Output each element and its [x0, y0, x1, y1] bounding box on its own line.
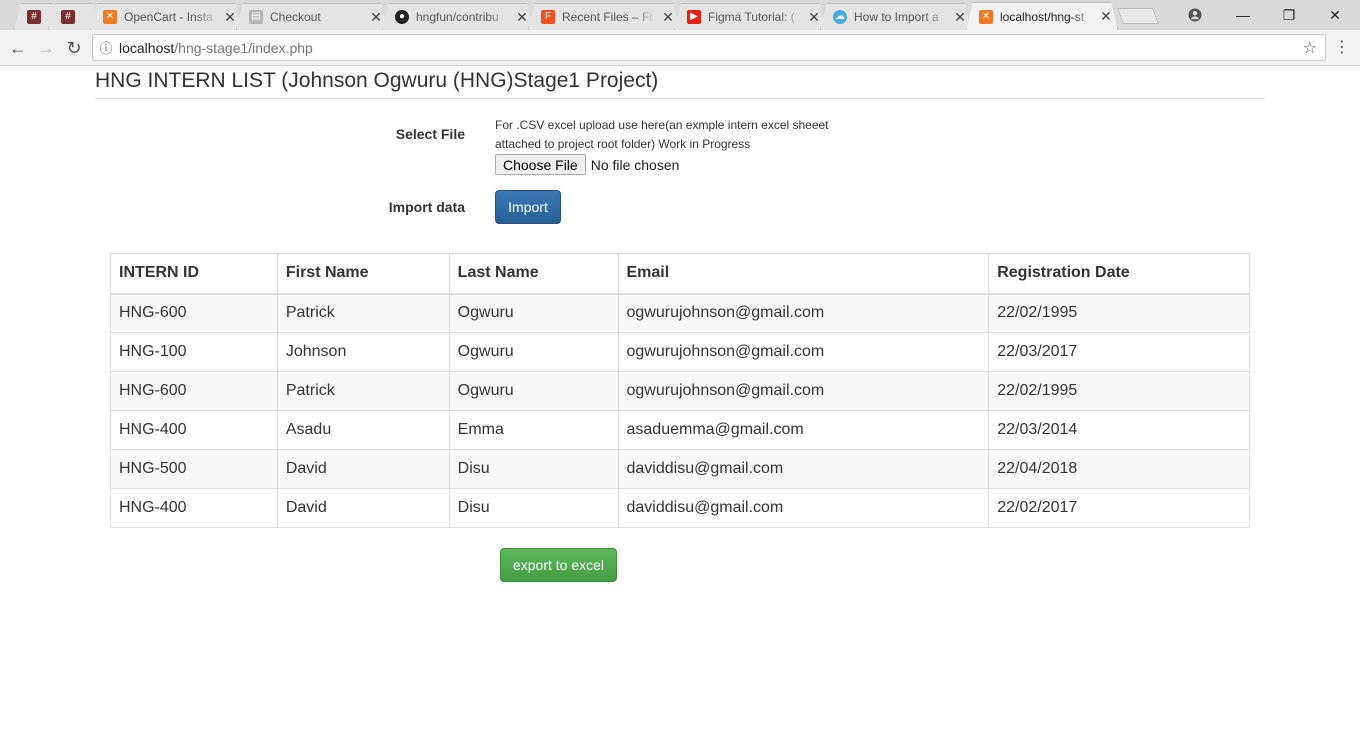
- column-header-last-name: Last Name: [448, 253, 619, 295]
- cell-last-name: Disu: [448, 449, 619, 489]
- upload-help-text: For .CSV excel upload use here(an exmple…: [495, 118, 829, 151]
- close-tab-icon[interactable]: ✕: [219, 9, 241, 26]
- site-info-icon[interactable]: ⓘ: [93, 38, 119, 57]
- close-window-icon[interactable]: ✕: [1312, 0, 1358, 30]
- close-tab-icon[interactable]: ✕: [949, 9, 971, 26]
- url-host: localhost: [119, 39, 175, 56]
- cell-registration-date: 22/03/2014: [988, 410, 1250, 450]
- close-tab-icon[interactable]: ✕: [803, 9, 825, 26]
- cell-email: asaduemma@gmail.com: [617, 410, 990, 450]
- column-header-intern-id: INTERN ID: [110, 253, 278, 295]
- cell-intern-id: HNG-100: [110, 332, 278, 372]
- cell-first-name: Asadu: [276, 410, 450, 450]
- table-row: HNG-400 Asadu Emma asaduemma@gmail.com 2…: [110, 410, 1250, 450]
- youtube-icon: ▶: [687, 10, 701, 24]
- cell-registration-date: 22/02/2017: [988, 488, 1250, 528]
- figma-icon: F: [541, 10, 555, 24]
- tab-label: hngfun/contribu: [416, 10, 499, 24]
- import-button[interactable]: Import: [495, 190, 561, 224]
- browser-tab-4[interactable]: ▤ Checkout ✕: [236, 3, 388, 30]
- no-file-text: No file chosen: [590, 156, 680, 173]
- table-row: HNG-100 Johnson Ogwuru ogwurujohnson@gma…: [110, 332, 1250, 372]
- hash-icon: #: [27, 10, 41, 24]
- restore-icon[interactable]: ❐: [1266, 0, 1312, 30]
- cell-first-name: David: [276, 449, 450, 489]
- select-file-label: Select File: [395, 126, 465, 142]
- github-icon: ●: [395, 10, 409, 24]
- cell-email: ogwurujohnson@gmail.com: [617, 371, 990, 411]
- bookmark-star-icon[interactable]: ☆: [1303, 38, 1317, 58]
- table-row: HNG-600 Patrick Ogwuru ogwurujohnson@gma…: [110, 293, 1250, 333]
- cell-first-name: Patrick: [276, 371, 450, 411]
- close-tab-icon[interactable]: ✕: [1095, 8, 1117, 25]
- new-tab-button[interactable]: [1117, 8, 1159, 24]
- browser-tab-3[interactable]: ✕ OpenCart - Insta ✕: [90, 3, 242, 30]
- menu-dots-icon[interactable]: ⋮: [1334, 38, 1350, 58]
- column-header-registration-date: Registration Date: [988, 253, 1250, 295]
- cell-last-name: Emma: [448, 410, 619, 450]
- cell-intern-id: HNG-400: [110, 488, 278, 528]
- cell-email: daviddisu@gmail.com: [617, 488, 990, 528]
- close-tab-icon[interactable]: ✕: [511, 9, 533, 26]
- cell-registration-date: 22/02/1995: [988, 371, 1250, 411]
- cell-last-name: Ogwuru: [448, 332, 619, 372]
- export-to-excel-button[interactable]: export to excel: [500, 548, 617, 582]
- import-data-label: Import data: [388, 199, 465, 215]
- table-row: HNG-500 David Disu daviddisu@gmail.com 2…: [110, 449, 1250, 489]
- browser-tab-6[interactable]: F Recent Files – Fi ✕: [528, 3, 680, 30]
- browser-tab-7[interactable]: ▶ Figma Tutorial: ( ✕: [674, 3, 826, 30]
- xampp-icon: ✕: [979, 10, 993, 24]
- cell-intern-id: HNG-500: [110, 449, 278, 489]
- browser-tab-active[interactable]: ✕ localhost/hng-st ✕: [966, 2, 1118, 30]
- cloud-icon: ☁: [835, 11, 845, 22]
- browser-toolbar: ← → ↻ ⓘ localhost/hng-stage1/index.php ☆…: [0, 30, 1360, 66]
- page-title: HNG INTERN LIST (Johnson Ogwuru (HNG)Sta…: [95, 69, 1265, 99]
- reload-icon[interactable]: ↻: [62, 36, 86, 60]
- tab-label: Checkout: [270, 10, 321, 24]
- forward-arrow-icon[interactable]: →: [34, 36, 58, 60]
- tab-label: OpenCart - Insta: [124, 10, 213, 24]
- back-arrow-icon[interactable]: ←: [6, 36, 30, 60]
- cell-email: daviddisu@gmail.com: [617, 449, 990, 489]
- cell-email: ogwurujohnson@gmail.com: [617, 332, 990, 372]
- cart-icon: ▤: [249, 10, 263, 24]
- column-header-first-name: First Name: [276, 253, 450, 295]
- close-tab-icon[interactable]: ✕: [657, 9, 679, 26]
- hash-icon: #: [61, 10, 75, 24]
- table-header-row: INTERN ID First Name Last Name Email Reg…: [110, 253, 1250, 295]
- cell-first-name: David: [276, 488, 450, 528]
- xampp-icon: ✕: [103, 10, 117, 24]
- cell-registration-date: 22/03/2017: [988, 332, 1250, 372]
- cell-first-name: Johnson: [276, 332, 450, 372]
- intern-table: INTERN ID First Name Last Name Email Reg…: [110, 253, 1250, 528]
- address-bar[interactable]: ⓘ localhost/hng-stage1/index.php ☆: [92, 34, 1326, 61]
- url-path: /hng-stage1/index.php: [174, 39, 313, 56]
- cell-registration-date: 22/02/1995: [988, 293, 1250, 333]
- cell-intern-id: HNG-600: [110, 371, 278, 411]
- cell-registration-date: 22/04/2018: [988, 449, 1250, 489]
- tab-label: How to Import a: [854, 10, 939, 24]
- cell-last-name: Ogwuru: [448, 293, 619, 333]
- profile-icon[interactable]: [1172, 0, 1218, 30]
- table-row: HNG-600 Patrick Ogwuru ogwurujohnson@gma…: [110, 371, 1250, 411]
- cell-intern-id: HNG-600: [110, 293, 278, 333]
- browser-tab-5[interactable]: ● hngfun/contribu ✕: [382, 3, 534, 30]
- cell-last-name: Disu: [448, 488, 619, 528]
- choose-file-button[interactable]: Choose File: [495, 154, 586, 175]
- cell-email: ogwurujohnson@gmail.com: [617, 293, 990, 333]
- tab-label: Figma Tutorial: (: [708, 10, 795, 24]
- column-header-email: Email: [617, 253, 990, 295]
- minimize-icon[interactable]: —: [1220, 0, 1266, 30]
- cell-intern-id: HNG-400: [110, 410, 278, 450]
- browser-tab-8[interactable]: ☁ How to Import a ✕: [820, 3, 972, 30]
- close-tab-icon[interactable]: ✕: [365, 9, 387, 26]
- tab-label: localhost/hng-st: [1000, 9, 1085, 24]
- cell-first-name: Patrick: [276, 293, 450, 333]
- cell-last-name: Ogwuru: [448, 371, 619, 411]
- tab-strip: # # ✕ OpenCart - Insta ✕ ▤ Checkout ✕ ● …: [0, 0, 1360, 30]
- tab-label: Recent Files – Fi: [562, 10, 653, 24]
- table-row: HNG-400 David Disu daviddisu@gmail.com 2…: [110, 488, 1250, 528]
- file-input[interactable]: Choose File No file chosen: [495, 154, 679, 175]
